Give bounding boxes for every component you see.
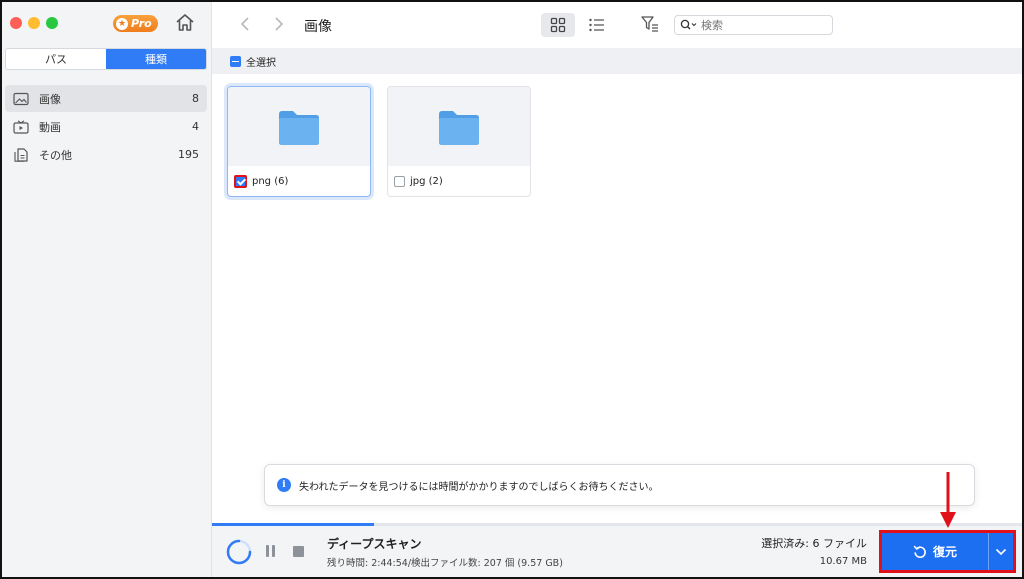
- tab-type[interactable]: 種類: [106, 49, 206, 69]
- sidebar-item-images[interactable]: 画像 8: [5, 85, 207, 112]
- pro-label: Pro: [131, 17, 152, 30]
- sidebar-item-label: その他: [39, 148, 72, 162]
- sidebar: ★ Pro パス 種類 画像 8 動画 4 その他 195: [2, 2, 212, 577]
- image-icon: [13, 92, 29, 105]
- recover-icon: [913, 545, 926, 558]
- chevron-down-icon: [995, 548, 1007, 555]
- selection-summary: 選択済み: 6 ファイル 10.67 MB: [761, 535, 867, 567]
- info-toast: i 失われたデータを見つけるには時間がかかりますのでしばらくお待ちください。: [264, 464, 975, 506]
- grid-view-button[interactable]: [541, 13, 575, 37]
- star-icon: ★: [116, 17, 128, 30]
- spinner-icon: [226, 539, 252, 565]
- folder-icon: [279, 110, 319, 145]
- file-type-list: 画像 8 動画 4 その他 195: [5, 85, 207, 169]
- folder-card-png[interactable]: png (6): [227, 86, 371, 197]
- sidebar-item-other[interactable]: その他 195: [5, 141, 207, 168]
- minimize-window-button[interactable]: [28, 17, 40, 29]
- pause-icon: [266, 545, 269, 557]
- scan-progress-bar: [212, 523, 1022, 526]
- folder-label: png (6): [252, 175, 289, 187]
- search-box[interactable]: [674, 15, 833, 35]
- window-controls: [10, 17, 58, 29]
- folder-meta: png (6): [228, 166, 370, 196]
- close-window-button[interactable]: [10, 17, 22, 29]
- folder-thumbnail: [388, 87, 530, 166]
- sidebar-item-label: 画像: [39, 92, 61, 106]
- recover-button-group: 復元: [879, 530, 1016, 573]
- list-icon: [589, 18, 604, 32]
- zoom-window-button[interactable]: [46, 17, 58, 29]
- page-title: 画像: [304, 19, 332, 35]
- app-window: ★ Pro パス 種類 画像 8 動画 4 その他 195 画像 検索 全選択 …: [0, 0, 1024, 579]
- video-icon: [13, 119, 29, 134]
- toolbar: 画像: [212, 2, 1022, 48]
- recover-label: 復元: [932, 545, 957, 559]
- recover-button[interactable]: 復元: [882, 533, 989, 570]
- stop-button[interactable]: [293, 546, 304, 557]
- pause-icon-bar: [272, 545, 275, 557]
- chevron-left-icon: [240, 17, 249, 31]
- select-all-label[interactable]: 全選択: [246, 54, 276, 69]
- scan-title: ディープスキャン: [327, 537, 422, 551]
- search-input[interactable]: [701, 18, 821, 32]
- selected-size: 10.67 MB: [819, 556, 867, 567]
- tab-path[interactable]: パス: [6, 49, 106, 69]
- folder-icon: [439, 110, 479, 145]
- scan-detail: 残り時間: 2:44:54/検出ファイル数: 207 個 (9.57 GB): [327, 558, 563, 569]
- grid-icon: [550, 17, 566, 33]
- sidebar-item-count: 4: [192, 120, 199, 133]
- sidebar-view-tabs: パス 種類: [5, 48, 207, 70]
- folder-label: jpg (2): [410, 175, 443, 187]
- select-all-bar: 全選択: [212, 48, 1022, 74]
- selected-file-count: 選択済み: 6 ファイル: [761, 537, 867, 550]
- folder-card-jpg[interactable]: jpg (2): [387, 86, 531, 197]
- sidebar-item-label: 動画: [39, 120, 61, 134]
- filter-icon[interactable]: [640, 14, 660, 34]
- document-icon: [14, 147, 28, 162]
- info-icon: i: [277, 478, 291, 492]
- folder-checkbox[interactable]: [234, 174, 247, 188]
- sidebar-item-videos[interactable]: 動画 4: [5, 113, 207, 140]
- select-all-checkbox[interactable]: [230, 55, 241, 67]
- annotation-arrow-icon: [940, 472, 956, 528]
- folder-checkbox[interactable]: [394, 175, 405, 187]
- pause-button[interactable]: [266, 545, 278, 559]
- folder-meta: jpg (2): [388, 166, 530, 196]
- recover-options-button[interactable]: [989, 533, 1013, 570]
- home-icon[interactable]: [174, 12, 196, 34]
- search-icon: [680, 19, 697, 30]
- chevron-right-icon: [275, 17, 284, 31]
- toast-message: 失われたデータを見つけるには時間がかかりますのでしばらくお待ちください。: [299, 481, 659, 493]
- sidebar-item-count: 8: [192, 92, 199, 105]
- forward-button[interactable]: [270, 15, 286, 33]
- back-button[interactable]: [238, 15, 254, 33]
- pro-badge[interactable]: ★ Pro: [113, 15, 158, 32]
- sidebar-item-count: 195: [178, 148, 199, 161]
- scan-progress-fill: [212, 523, 374, 526]
- list-view-button[interactable]: [585, 13, 609, 37]
- scan-status-bar: ディープスキャン 残り時間: 2:44:54/検出ファイル数: 207 個 (9…: [212, 523, 1022, 577]
- folder-thumbnail: [228, 87, 370, 166]
